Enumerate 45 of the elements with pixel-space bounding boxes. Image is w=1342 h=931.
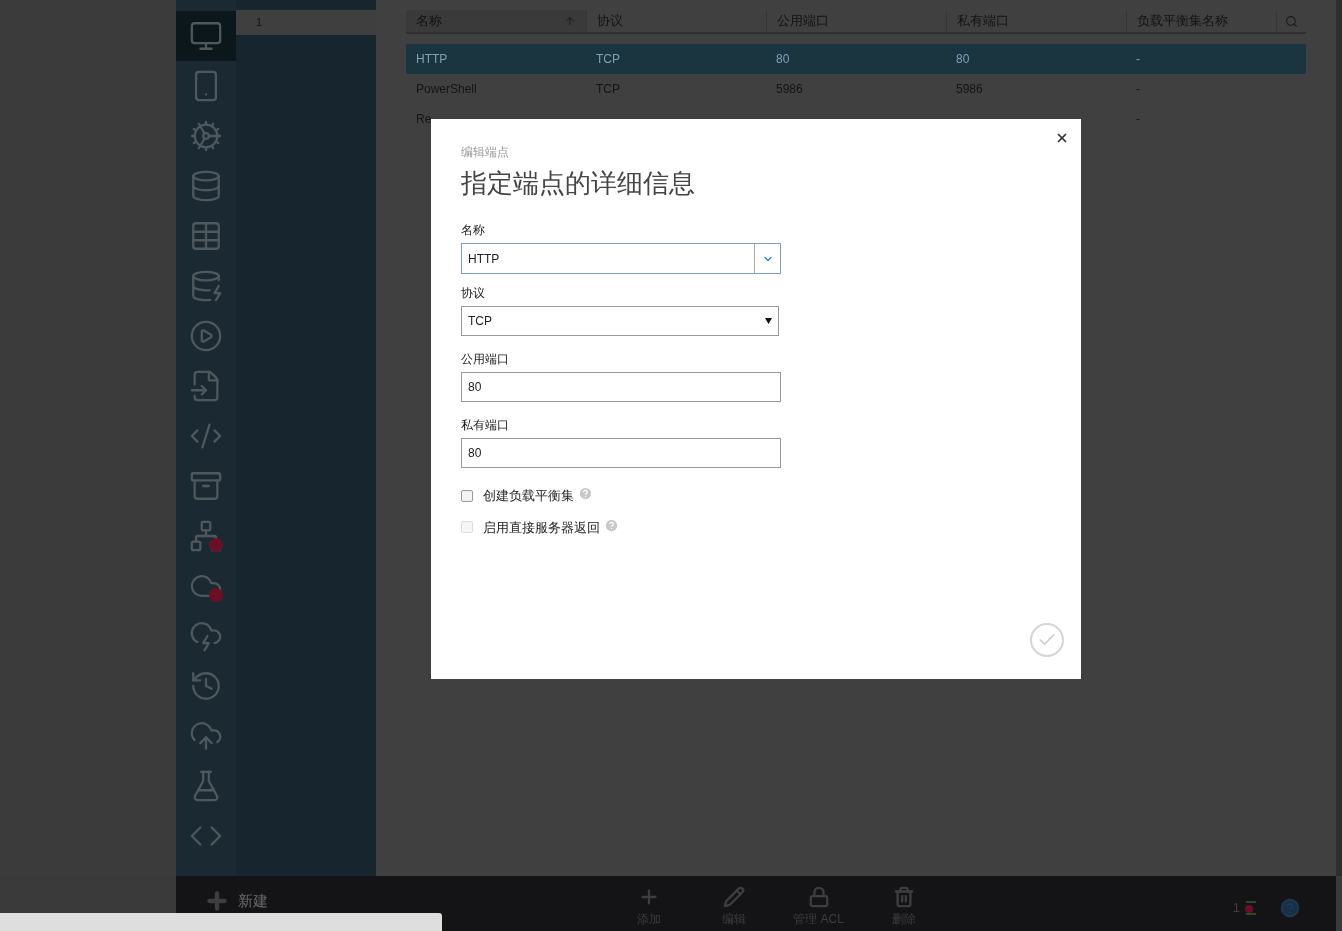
close-icon <box>1055 131 1069 145</box>
cloud-lightning-icon <box>189 619 223 653</box>
monitor-icon <box>189 19 223 53</box>
clock-icon <box>189 669 223 703</box>
confirm-button[interactable] <box>1030 623 1064 657</box>
field-label: 公用端口 <box>461 351 510 368</box>
port-input[interactable]: 80 <box>461 372 781 402</box>
database-icon <box>189 169 223 203</box>
dialog-subtitle: 编辑端点 <box>461 144 510 161</box>
trash-icon <box>892 886 915 908</box>
search-icon[interactable] <box>1285 14 1298 28</box>
archive-icon <box>189 469 223 503</box>
dialog-title: 指定端点的详细信息 <box>461 167 696 200</box>
plus-icon <box>204 888 230 914</box>
table-cell: - <box>1136 52 1140 66</box>
sort-arrow-icon <box>564 15 576 27</box>
table-row[interactable]: HTTP TCP 80 80 - <box>406 44 1306 74</box>
table-cell: TCP <box>596 52 620 66</box>
close-button[interactable] <box>1055 131 1069 145</box>
field-label: 私有端口 <box>461 417 510 434</box>
cloud-icon <box>189 719 223 753</box>
status-icon <box>1242 900 1258 916</box>
table-cell: 80 <box>956 52 970 66</box>
protocol-select[interactable]: TCP <box>461 306 779 336</box>
help-icon[interactable] <box>1280 898 1300 918</box>
play-icon <box>189 319 223 353</box>
new-button[interactable]: 新建 <box>204 888 268 914</box>
table-cell: 80 <box>776 52 790 66</box>
field-label: 名称 <box>461 222 486 239</box>
dropdown-triangle-icon <box>765 318 772 324</box>
name-combo-box[interactable]: HTTP <box>461 243 781 274</box>
field-label: 协议 <box>461 285 486 302</box>
pencil-icon <box>722 886 745 908</box>
database-icon <box>189 269 223 303</box>
table-icon <box>189 219 223 253</box>
checkbox[interactable] <box>461 489 473 502</box>
nav-item[interactable] <box>176 11 236 61</box>
checkbox-label: 创建负载平衡集 <box>483 487 574 505</box>
gear-icon <box>189 119 223 153</box>
checkbox-label: 启用直接服务器返回 <box>483 518 600 537</box>
table-cell: - <box>1136 112 1140 126</box>
lock-icon <box>807 886 830 908</box>
table-cell: HTTP <box>416 52 448 66</box>
table-cell: - <box>1136 82 1140 96</box>
port-input[interactable]: 80 <box>461 438 781 468</box>
